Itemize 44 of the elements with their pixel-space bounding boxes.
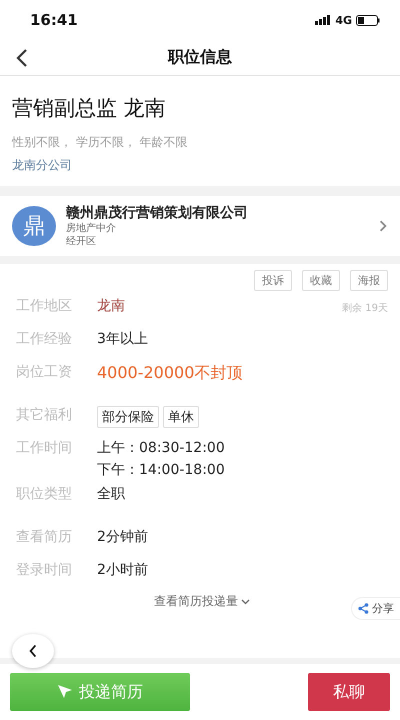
work-hours: 下午：14:00-18:00: [97, 461, 225, 479]
branch-name: 龙南分公司: [12, 157, 73, 174]
back-icon: [16, 48, 28, 68]
action-button[interactable]: 投诉: [254, 270, 292, 291]
benefit-tag: 单休: [163, 406, 199, 428]
detail-label: 其它福利: [16, 406, 73, 424]
detail-label: 查看简历: [16, 528, 73, 546]
action-button[interactable]: 海报: [350, 270, 388, 291]
remaining-days: 剩余 19天: [342, 301, 388, 315]
back-icon: [28, 643, 38, 659]
page-title: 职位信息: [168, 47, 232, 68]
network-label: 4G: [335, 14, 352, 26]
job-requirements: 性别不限， 学历不限， 年龄不限: [12, 134, 189, 151]
job-title: 营销副总监 龙南: [12, 95, 167, 122]
detail-value: 3年以上: [97, 330, 148, 348]
detail-label: 登录时间: [16, 561, 73, 579]
action-button[interactable]: 收藏: [302, 270, 340, 291]
work-hours: 上午：08:30-12:00: [97, 439, 225, 457]
chat-button[interactable]: 私聊: [308, 673, 390, 711]
detail-value: 龙南: [97, 297, 125, 315]
share-icon: [358, 603, 369, 614]
chevron-right-icon: [378, 218, 388, 234]
detail-label: 职位类型: [16, 485, 73, 503]
company-logo: 鼎: [12, 206, 56, 246]
company-card[interactable]: 鼎 赣州鼎茂行营销策划有限公司 房地产中介 经开区: [0, 196, 400, 256]
company-area: 经开区: [66, 235, 368, 248]
status-time: 16:41: [30, 11, 78, 29]
share-button[interactable]: 分享: [351, 597, 400, 620]
detail-label: 工作地区: [16, 297, 73, 315]
detail-value: 全职: [97, 485, 125, 503]
detail-value: 4000-20000不封顶: [97, 363, 242, 384]
detail-label: 工作经验: [16, 330, 73, 348]
cursor-icon: [57, 684, 73, 700]
signal-icon: [315, 15, 332, 25]
resume-count-toggle[interactable]: 查看简历投递量: [148, 592, 256, 611]
company-industry: 房地产中介: [66, 222, 117, 235]
detail-value: 2小时前: [97, 561, 148, 579]
caret-icon: [241, 598, 250, 604]
benefit-tag: 部分保险: [97, 406, 159, 428]
company-name: 赣州鼎茂行营销策划有限公司: [66, 204, 249, 222]
battery-icon: [356, 14, 380, 26]
detail-label: 工作时间: [16, 439, 73, 457]
detail-label: 岗位工资: [16, 363, 73, 381]
detail-value: 2分钟前: [97, 528, 148, 546]
